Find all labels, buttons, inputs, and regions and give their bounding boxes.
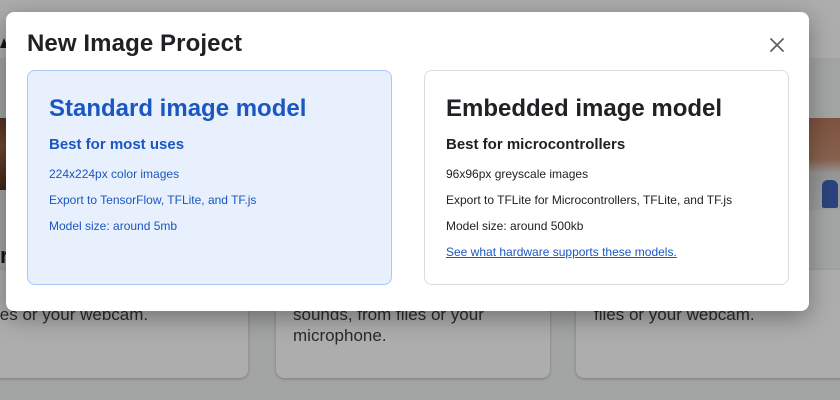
- standard-image-model-option[interactable]: Standard image model Best for most uses …: [27, 70, 392, 285]
- option-detail: Model size: around 500kb: [446, 219, 584, 233]
- dialog-title: New Image Project: [27, 30, 243, 57]
- option-detail: 96x96px greyscale images: [446, 167, 589, 181]
- option-subtitle: Best for most uses: [49, 136, 185, 153]
- option-detail: Export to TensorFlow, TFLite, and TF.js: [49, 193, 257, 207]
- embedded-image-model-option[interactable]: Embedded image model Best for microcontr…: [424, 70, 789, 285]
- option-detail: Model size: around 5mb: [49, 219, 178, 233]
- option-title: Standard image model: [49, 95, 307, 122]
- close-button[interactable]: [762, 30, 792, 60]
- new-image-project-dialog: New Image Project Standard image model B…: [6, 12, 809, 311]
- option-subtitle: Best for microcontrollers: [446, 136, 626, 153]
- option-detail: 224x224px color images: [49, 167, 180, 181]
- hardware-support-link[interactable]: See what hardware supports these models.: [446, 245, 677, 259]
- option-title: Embedded image model: [446, 95, 723, 122]
- close-icon: [770, 38, 784, 52]
- option-detail: Export to TFLite for Microcontrollers, T…: [446, 193, 733, 207]
